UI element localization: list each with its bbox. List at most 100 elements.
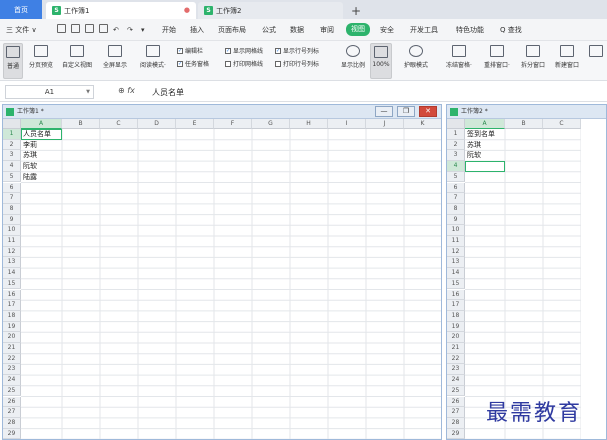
row-header[interactable]: 3: [447, 150, 465, 162]
menu-data[interactable]: 数据: [290, 24, 304, 36]
print-icon[interactable]: [85, 24, 94, 33]
menu-view[interactable]: 视图: [346, 23, 370, 36]
column-header[interactable]: C: [100, 119, 138, 129]
eye-protection-button[interactable]: 护眼模式: [400, 43, 432, 79]
row-header[interactable]: 28: [447, 417, 465, 429]
reading-mode-button[interactable]: 阅读模式·: [135, 43, 171, 79]
active-cell-selection[interactable]: [21, 129, 62, 140]
split-window-button[interactable]: 拆分窗口: [518, 43, 548, 79]
row-header[interactable]: 29: [447, 428, 465, 439]
select-all-corner[interactable]: [3, 119, 21, 129]
row-header[interactable]: 12: [447, 246, 465, 258]
row-header[interactable]: 6: [447, 182, 465, 194]
row-header[interactable]: 26: [3, 396, 21, 408]
row-header[interactable]: 17: [447, 300, 465, 311]
show-rowcol-checkbox[interactable]: ✓ 显示行号列标: [275, 46, 319, 55]
freeze-panes-button[interactable]: 冻结窗格·: [442, 43, 476, 79]
cell-a3[interactable]: 苏琪: [21, 150, 37, 160]
row-header[interactable]: 11: [3, 236, 21, 247]
row-header[interactable]: 9: [447, 214, 465, 226]
menu-formula[interactable]: 公式: [262, 24, 276, 36]
row-header[interactable]: 24: [447, 375, 465, 386]
menu-security[interactable]: 安全: [380, 24, 394, 36]
select-all-corner[interactable]: [447, 119, 465, 129]
fullscreen-button[interactable]: 全屏显示: [99, 43, 131, 79]
cell-a5[interactable]: 陆露: [21, 172, 37, 182]
file-menu[interactable]: 三 文件 ∨: [6, 24, 37, 36]
row-header[interactable]: 3: [3, 150, 21, 162]
new-window-button[interactable]: 新建窗口: [551, 43, 583, 79]
row-header[interactable]: 20: [3, 332, 21, 343]
row-header[interactable]: 21: [3, 343, 21, 354]
menu-start[interactable]: 开始: [162, 24, 176, 36]
row-header[interactable]: 12: [3, 246, 21, 258]
row-header[interactable]: 23: [3, 364, 21, 376]
column-header[interactable]: D: [138, 119, 176, 129]
zoom-100-button[interactable]: 100%: [370, 43, 392, 79]
formula-input[interactable]: 人员名单: [152, 87, 184, 98]
row-header[interactable]: 22: [447, 353, 465, 365]
close-button[interactable]: ✕: [419, 106, 437, 117]
column-header[interactable]: E: [176, 119, 214, 129]
row-header[interactable]: 9: [3, 214, 21, 226]
restore-button[interactable]: ❐: [397, 106, 415, 117]
row-header[interactable]: 10: [3, 225, 21, 236]
row-header[interactable]: 4: [447, 161, 465, 172]
cell-a2[interactable]: 李莉: [21, 140, 37, 150]
column-header[interactable]: J: [366, 119, 404, 129]
row-header[interactable]: 1: [447, 129, 465, 140]
page-break-preview-button[interactable]: 分页预览: [26, 43, 56, 79]
tab-home[interactable]: 首页: [0, 0, 42, 19]
column-header[interactable]: H: [290, 119, 328, 129]
search-button[interactable]: Q 查找: [500, 24, 522, 36]
task-pane-checkbox[interactable]: ✓ 任务窗格: [177, 59, 209, 68]
row-header[interactable]: 6: [3, 182, 21, 194]
tab-workbook2[interactable]: S 工作簿2: [198, 2, 343, 19]
cell-a2[interactable]: 苏琪: [465, 140, 481, 150]
row-header[interactable]: 21: [447, 343, 465, 354]
row-header[interactable]: 7: [3, 193, 21, 204]
row-header[interactable]: 11: [447, 236, 465, 247]
undo-icon[interactable]: ↶: [113, 24, 119, 36]
print-gridlines-checkbox[interactable]: 打印网格线: [225, 59, 263, 68]
row-header[interactable]: 25: [3, 385, 21, 397]
menu-developer[interactable]: 开发工具: [410, 24, 438, 36]
row-header[interactable]: 25: [447, 385, 465, 397]
row-header[interactable]: 16: [447, 289, 465, 301]
more-ribbon-button[interactable]: [588, 43, 604, 79]
row-header[interactable]: 18: [3, 310, 21, 322]
edit-bar-checkbox[interactable]: ✓ 编辑栏: [177, 46, 203, 55]
row-header[interactable]: 22: [3, 353, 21, 365]
menu-review[interactable]: 审阅: [320, 24, 334, 36]
row-header[interactable]: 28: [3, 417, 21, 429]
menu-features[interactable]: 特色功能: [456, 24, 484, 36]
menu-insert[interactable]: 插入: [190, 24, 204, 36]
add-tab-button[interactable]: +: [350, 2, 362, 19]
row-header[interactable]: 1: [3, 129, 21, 140]
redo-icon[interactable]: ↷: [127, 24, 133, 36]
row-header[interactable]: 7: [447, 193, 465, 204]
row-header[interactable]: 8: [447, 203, 465, 215]
fx-controls[interactable]: ⊕ fx: [118, 86, 135, 95]
show-gridlines-checkbox[interactable]: ✓ 显示网格线: [225, 46, 263, 55]
more-icon[interactable]: ▾: [141, 24, 145, 36]
row-header[interactable]: 19: [3, 321, 21, 333]
custom-view-button[interactable]: 自定义视图: [59, 43, 95, 79]
row-header[interactable]: 4: [3, 161, 21, 172]
export-icon[interactable]: [71, 24, 80, 33]
row-header[interactable]: 29: [3, 428, 21, 439]
column-header[interactable]: B: [62, 119, 100, 129]
column-header[interactable]: A: [21, 119, 62, 129]
row-header[interactable]: 27: [3, 407, 21, 418]
row-header[interactable]: 14: [3, 268, 21, 279]
arrange-windows-button[interactable]: 重排窗口·: [479, 43, 515, 79]
active-cell-selection[interactable]: [465, 161, 505, 172]
row-header[interactable]: 17: [3, 300, 21, 311]
column-header[interactable]: C: [543, 119, 581, 129]
row-header[interactable]: 2: [447, 139, 465, 151]
unsaved-dot-icon[interactable]: ●: [184, 6, 190, 14]
zoom-ratio-button[interactable]: 显示比例: [338, 43, 368, 79]
cell-a3[interactable]: 阮软: [465, 150, 481, 160]
row-header[interactable]: 13: [447, 257, 465, 269]
row-header[interactable]: 19: [447, 321, 465, 333]
